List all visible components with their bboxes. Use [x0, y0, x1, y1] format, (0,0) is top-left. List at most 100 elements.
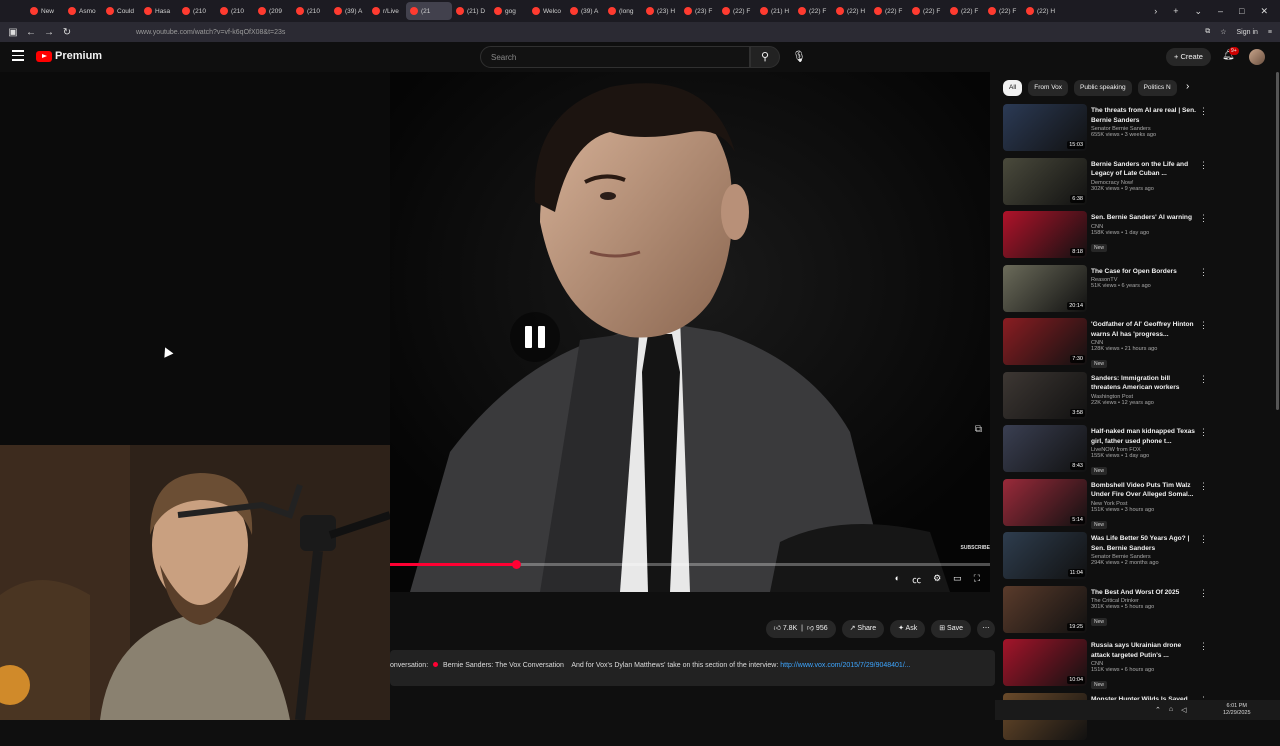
- video-thumbnail[interactable]: 19:25: [1003, 586, 1087, 633]
- video-thumbnail[interactable]: 10:04: [1003, 639, 1087, 686]
- more-options-icon[interactable]: ⋮: [1199, 534, 1208, 545]
- video-thumbnail[interactable]: 8:43: [1003, 425, 1087, 472]
- minimize-icon[interactable]: –: [1218, 6, 1223, 16]
- recommendation-item[interactable]: 7:30'Godfather of AI' Geoffrey Hinton wa…: [1003, 318, 1208, 372]
- recommendation-item[interactable]: 10:04Russia says Ukrainian drone attack …: [1003, 639, 1208, 693]
- recommendation-item[interactable]: 6:38Bernie Sanders on the Life and Legac…: [1003, 158, 1208, 212]
- video-title[interactable]: Russia says Ukrainian drone attack targe…: [1091, 641, 1199, 660]
- description-box[interactable]: onversation: Bernie Sanders: The Vox Con…: [390, 650, 995, 686]
- browser-tab[interactable]: (22) F: [794, 2, 832, 20]
- video-thumbnail[interactable]: 20:14: [1003, 265, 1087, 312]
- ask-button[interactable]: ✦ Ask: [890, 620, 925, 638]
- video-thumbnail[interactable]: 3:58: [1003, 372, 1087, 419]
- account-avatar[interactable]: [1249, 49, 1265, 65]
- reload-icon[interactable]: ↻: [58, 27, 76, 38]
- video-thumbnail[interactable]: 8:18: [1003, 211, 1087, 258]
- captions-icon[interactable]: ㏄: [912, 573, 921, 586]
- pause-icon[interactable]: [510, 312, 560, 362]
- video-thumbnail[interactable]: 5:14: [1003, 479, 1087, 526]
- browser-tab[interactable]: (21: [406, 2, 452, 20]
- recommendation-item[interactable]: 11:04Was Life Better 50 Years Ago? | Sen…: [1003, 532, 1208, 586]
- more-options-icon[interactable]: ⋮: [1199, 267, 1208, 278]
- sign-in-button[interactable]: Sign in: [1237, 29, 1258, 36]
- video-title[interactable]: Bombshell Video Puts Tim Walz Under Fire…: [1091, 481, 1199, 500]
- recommendation-item[interactable]: 5:14Bombshell Video Puts Tim Walz Under …: [1003, 479, 1208, 533]
- browser-tab[interactable]: (39) A: [566, 2, 604, 20]
- sidebar-toggle-icon[interactable]: ▣: [4, 27, 22, 38]
- recommendation-item[interactable]: 8:18Sen. Bernie Sanders' AI warningCNN15…: [1003, 211, 1208, 265]
- tab-list-icon[interactable]: ⌄: [1194, 6, 1202, 17]
- video-title[interactable]: Sen. Bernie Sanders' AI warning: [1091, 213, 1199, 223]
- browser-tab[interactable]: (22) F: [718, 2, 756, 20]
- filter-chip[interactable]: All: [1003, 80, 1022, 96]
- youtube-premium-logo[interactable]: Premium: [36, 50, 102, 62]
- browser-tab[interactable]: (210: [178, 2, 216, 20]
- theater-mode-icon[interactable]: ▭: [953, 573, 962, 586]
- browser-tab[interactable]: (209: [254, 2, 292, 20]
- search-input[interactable]: Search: [480, 46, 750, 68]
- filter-chip[interactable]: From Vox: [1028, 80, 1068, 96]
- video-title[interactable]: 'Godfather of AI' Geoffrey Hinton warns …: [1091, 320, 1199, 339]
- browser-tab[interactable]: Asmo: [64, 2, 102, 20]
- browser-tab[interactable]: (23) H: [642, 2, 680, 20]
- like-button[interactable]: 👍︎ 7.8K | 👎︎ 956: [766, 620, 836, 638]
- browser-tab[interactable]: (long: [604, 2, 642, 20]
- miniplayer-icon[interactable]: ⧉: [975, 424, 982, 435]
- microphone-icon[interactable]: 🎙︎: [788, 46, 810, 68]
- browser-menu-icon[interactable]: ≡: [1268, 29, 1272, 36]
- progress-scrubber-handle[interactable]: [512, 560, 521, 569]
- browser-tab[interactable]: New: [26, 2, 64, 20]
- video-title[interactable]: The Case for Open Borders: [1091, 267, 1199, 277]
- tray-chevron-icon[interactable]: ⌃: [1155, 706, 1161, 714]
- description-url-link[interactable]: http://www.vox.com/2015/7/29/9048401/...: [780, 662, 910, 669]
- recommendation-item[interactable]: 15:03The threats from AI are real | Sen.…: [1003, 104, 1208, 158]
- url-bar[interactable]: www.youtube.com/watch?v=vf-k6qOfX08&t=23…: [136, 29, 285, 36]
- browser-tab[interactable]: (210: [216, 2, 254, 20]
- recommendation-item[interactable]: 3:58Sanders: Immigration bill threatens …: [1003, 372, 1208, 426]
- recommendation-item[interactable]: 19:25The Best And Worst Of 2025The Criti…: [1003, 586, 1208, 640]
- fullscreen-icon[interactable]: ⛶: [974, 573, 980, 586]
- settings-gear-icon[interactable]: ⚙: [933, 573, 941, 586]
- recommendation-item[interactable]: 20:14The Case for Open BordersReasonTV51…: [1003, 265, 1208, 319]
- video-title[interactable]: Was Life Better 50 Years Ago? | Sen. Ber…: [1091, 534, 1199, 553]
- video-title[interactable]: Sanders: Immigration bill threatens Amer…: [1091, 374, 1199, 393]
- video-title[interactable]: Half-naked man kidnapped Texas girl, fat…: [1091, 427, 1199, 446]
- browser-tab[interactable]: (22) F: [908, 2, 946, 20]
- browser-tab[interactable]: (22) H: [832, 2, 870, 20]
- playlist-link[interactable]: Bernie Sanders: The Vox Conversation: [443, 662, 564, 669]
- browser-tab[interactable]: Welco: [528, 2, 566, 20]
- browser-tab[interactable]: r/Live: [368, 2, 406, 20]
- browser-tab[interactable]: (22) F: [984, 2, 1022, 20]
- more-actions-icon[interactable]: ⋯: [977, 620, 995, 638]
- search-icon[interactable]: ⚲: [750, 46, 780, 68]
- filter-chip[interactable]: Politics N: [1138, 80, 1177, 96]
- dislike-icon[interactable]: 👎︎: [807, 625, 814, 632]
- tab-scroll-right-icon[interactable]: ›: [1154, 6, 1157, 16]
- video-title[interactable]: The Best And Worst Of 2025: [1091, 588, 1199, 598]
- more-options-icon[interactable]: ⋮: [1199, 481, 1208, 492]
- browser-tab[interactable]: (22) F: [870, 2, 908, 20]
- new-tab-icon[interactable]: +: [1173, 6, 1178, 16]
- video-title[interactable]: The threats from AI are real | Sen. Bern…: [1091, 106, 1199, 125]
- video-thumbnail[interactable]: 15:03: [1003, 104, 1087, 151]
- filter-chip[interactable]: Public speaking: [1074, 80, 1132, 96]
- browser-tab[interactable]: (22) F: [946, 2, 984, 20]
- more-options-icon[interactable]: ⋮: [1199, 427, 1208, 438]
- recommendation-item[interactable]: 8:43Half-naked man kidnapped Texas girl,…: [1003, 425, 1208, 479]
- more-options-icon[interactable]: ⋮: [1199, 641, 1208, 652]
- browser-tab[interactable]: Hasa: [140, 2, 178, 20]
- browser-tab[interactable]: (22) H: [1022, 2, 1060, 20]
- more-options-icon[interactable]: ⋮: [1199, 106, 1208, 117]
- video-thumbnail[interactable]: 11:04: [1003, 532, 1087, 579]
- taskbar-clock[interactable]: 6:01 PM 12/29/2025: [1223, 703, 1251, 717]
- bookmark-star-icon[interactable]: ☆: [1220, 28, 1226, 36]
- close-window-icon[interactable]: ✕: [1260, 6, 1268, 17]
- browser-tab[interactable]: gog: [490, 2, 528, 20]
- video-player[interactable]: ⧉ SUBSCRIBE ◐ ㏄ ⚙ ▭ ⛶: [390, 72, 990, 592]
- extension-icon[interactable]: ⧉: [1205, 28, 1210, 36]
- more-options-icon[interactable]: ⋮: [1199, 213, 1208, 224]
- back-icon[interactable]: ←: [22, 27, 40, 38]
- browser-tab[interactable]: (21) D: [452, 2, 490, 20]
- browser-tab[interactable]: (39) A: [330, 2, 368, 20]
- maximize-icon[interactable]: □: [1239, 6, 1244, 16]
